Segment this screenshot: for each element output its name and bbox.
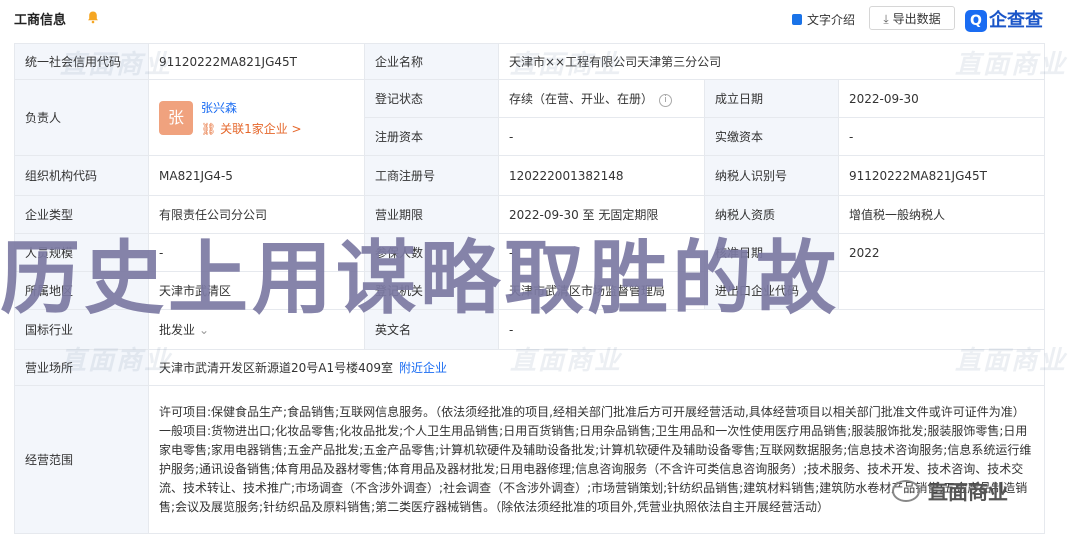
label-paid-capital: 实缴资本 (704, 117, 839, 156)
text-intro-label: 文字介绍 (807, 13, 856, 27)
label-approval-date: 核准日期 (704, 233, 839, 272)
related-companies-link[interactable]: ⛓ 关联1家企业 > (201, 120, 302, 137)
brand-text: 直面商业 (928, 480, 1008, 504)
label-industry: 国标行业 (14, 309, 149, 350)
value-reg-no[interactable]: 120222001382148 (498, 155, 705, 196)
qichacha-logo: Q 企查查 (965, 6, 1043, 32)
export-data-button[interactable]: ⤓ 导出数据 (869, 6, 955, 30)
label-credit-code: 统一社会信用代码 (14, 43, 149, 80)
label-est-date: 成立日期 (704, 79, 839, 118)
logo-text: 企查查 (989, 10, 1043, 31)
label-reg-capital: 注册资本 (364, 117, 499, 156)
export-label: 导出数据 (892, 12, 941, 26)
value-import-export (837, 271, 1046, 310)
label-scope: 经营范围 (14, 385, 149, 534)
chevron-down-icon: ⌄ (199, 323, 210, 337)
value-paid-capital: - (837, 117, 1046, 156)
person-info: 张兴森 ⛓ 关联1家企业 > (201, 99, 302, 137)
value-staff-size: - (148, 233, 365, 272)
related-icon: ⛓ (201, 121, 221, 136)
table-row: 统一社会信用代码 91120222MA821JG45T 企业名称 天津市××工程… (14, 43, 1046, 80)
table-row: 营业场所 天津市武清开发区新源道20号A1号楼409室 附近企业 (14, 349, 1046, 386)
logo-icon: Q (965, 10, 987, 32)
value-business-term: 2022-09-30 至 无固定期限 (498, 195, 705, 234)
table-row: 经营范围 许可项目:保健食品生产;食品销售;互联网信息服务。（依法须经批准的项目… (14, 385, 1046, 534)
table-row: 企业类型 有限责任公司分公司 营业期限 2022-09-30 至 无固定期限 纳… (14, 195, 1046, 234)
table-row: 所属地区 天津市武清区 登记机关 天津市武清区市场监督管理局 进出口企业代码 (14, 271, 1046, 310)
label-business-term: 营业期限 (364, 195, 499, 234)
label-taxpayer-id: 纳税人识别号 (704, 155, 839, 196)
download-icon: ⤓ (883, 12, 889, 26)
table-row: 人员规模 - 参保人数 - 核准日期 2022 (14, 233, 1046, 272)
label-reg-status: 登记状态 (364, 79, 499, 118)
label-reg-no: 工商注册号 (364, 155, 499, 196)
table-row: 负责人 张张兴森 ⛓ 关联1家企业 > 登记状态 存续（在营、开业、在册） i 成立… (14, 79, 1046, 156)
section-title: 工商信息 (14, 13, 67, 28)
value-taxpayer-qual: 增值税一般纳税人 (837, 195, 1046, 234)
value-est-date: 2022-09-30 (837, 79, 1046, 118)
business-info-table: 统一社会信用代码 91120222MA821JG45T 企业名称 天津市××工程… (14, 43, 1046, 534)
reg-status-text: 存续（在营、开业、在册） (509, 92, 654, 106)
bell-icon[interactable] (86, 10, 100, 24)
label-company-type: 企业类型 (14, 195, 149, 234)
brand-watermark: 直面商业 (892, 476, 1008, 505)
label-company-name: 企业名称 (364, 43, 499, 80)
chat-bubble-icon (892, 480, 920, 502)
info-icon[interactable]: i (659, 94, 673, 107)
value-legal-person: 张张兴森 ⛓ 关联1家企业 > (148, 79, 365, 156)
label-staff-size: 人员规模 (14, 233, 149, 272)
person-name-link[interactable]: 张兴森 (201, 99, 302, 116)
table-row: 组织机构代码 MA821JG4-5 工商注册号 120222001382148 … (14, 155, 1046, 196)
value-org-code[interactable]: MA821JG4-5 (148, 155, 365, 196)
header: 工商信息 文字介绍 ⤓ 导出数据 Q 企查查 (0, 0, 1080, 38)
value-reg-status: 存续（在营、开业、在册） i (498, 79, 705, 118)
value-english-name: - (497, 309, 1046, 350)
value-authority: 天津市武清区市场监督管理局 (498, 271, 705, 310)
label-region: 所属地区 (14, 271, 149, 310)
address-text: 天津市武清开发区新源道20号A1号楼409室 (159, 361, 394, 375)
nearby-companies-link[interactable]: 附近企业 (399, 361, 447, 375)
label-legal-person: 负责人 (14, 79, 149, 156)
value-address: 天津市武清开发区新源道20号A1号楼409室 附近企业 (147, 349, 1046, 386)
label-address: 营业场所 (14, 349, 149, 386)
value-industry[interactable]: 批发业 ⌄ (148, 309, 365, 350)
value-credit-code[interactable]: 91120222MA821JG45T (148, 43, 365, 80)
value-approval-date: 2022 (837, 233, 1046, 272)
label-insured: 参保人数 (364, 233, 499, 272)
value-reg-capital: - (498, 117, 705, 156)
industry-text: 批发业 (159, 323, 196, 337)
value-company-type: 有限责任公司分公司 (148, 195, 365, 234)
table-row: 国标行业 批发业 ⌄ 英文名 - (14, 309, 1046, 350)
document-icon (792, 14, 802, 25)
label-authority: 登记机关 (364, 271, 499, 310)
value-scope: 许可项目:保健食品生产;食品销售;互联网信息服务。（依法须经批准的项目,经相关部… (147, 385, 1046, 534)
value-region: 天津市武清区 (148, 271, 365, 310)
related-label: 关联1家企业 > (220, 121, 302, 136)
label-org-code: 组织机构代码 (14, 155, 149, 196)
value-taxpayer-id[interactable]: 91120222MA821JG45T (837, 155, 1046, 196)
label-import-export: 进出口企业代码 (704, 271, 839, 310)
text-intro-button[interactable]: 文字介绍 (792, 11, 855, 28)
label-english-name: 英文名 (364, 309, 499, 350)
avatar: 张 (159, 100, 193, 135)
value-company-name[interactable]: 天津市××工程有限公司天津第三分公司 (497, 43, 1046, 80)
label-taxpayer-qual: 纳税人资质 (704, 195, 839, 234)
value-insured: - (498, 233, 705, 272)
